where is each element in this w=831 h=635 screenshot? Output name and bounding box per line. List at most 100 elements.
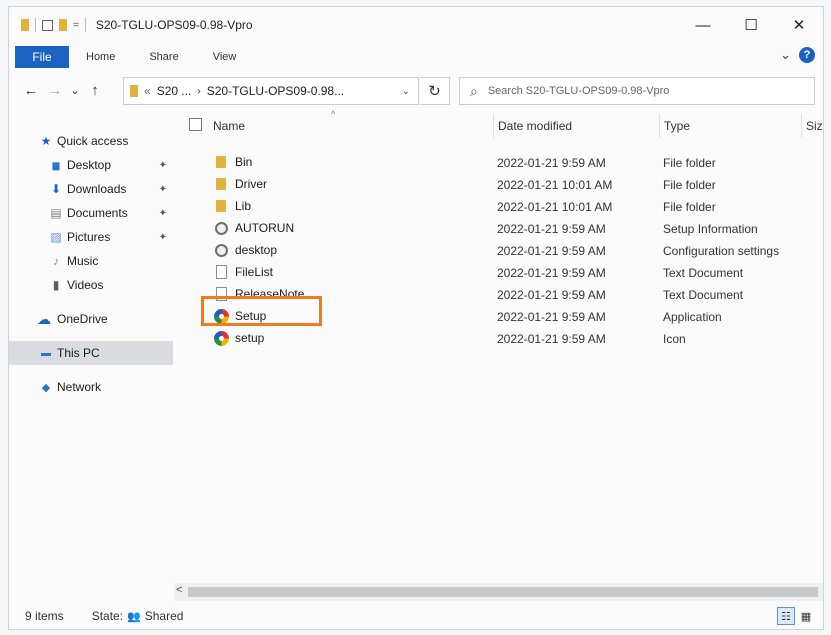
tab-share[interactable]: Share — [132, 51, 195, 63]
cloud-icon: ☁ — [37, 310, 51, 327]
search-input[interactable]: Search S20-TGLU-OPS09-0.98-Vpro — [488, 85, 670, 97]
file-type: Configuration settings — [663, 244, 780, 258]
sidebar-item-label: Network — [57, 380, 102, 394]
table-row[interactable]: Bin 2022-01-21 9:59 AM File folder — [181, 151, 823, 173]
file-date: 2022-01-21 9:59 AM — [497, 310, 606, 324]
sidebar-item-pictures[interactable]: ▨ Pictures ✦ — [9, 225, 173, 249]
column-header-name[interactable]: Name — [213, 114, 493, 138]
downloads-folder-icon: ⬇ — [50, 182, 62, 196]
pin-icon[interactable]: ✦ — [159, 208, 167, 219]
tab-view[interactable]: View — [196, 51, 254, 63]
navigation-pane: ★ Quick access ▆ Desktop ✦ ⬇ Downloads ✦… — [9, 119, 177, 583]
file-name: FileList — [235, 265, 274, 279]
up-button[interactable]: ↑ — [83, 82, 107, 99]
new-folder-icon[interactable] — [59, 19, 67, 31]
table-row[interactable]: setup 2022-01-21 9:59 AM Icon — [181, 327, 823, 349]
file-type: File folder — [663, 200, 716, 214]
horizontal-scrollbar[interactable]: < — [174, 583, 823, 601]
settings-file-icon — [213, 242, 229, 258]
expand-ribbon-icon[interactable]: ⌄ — [780, 47, 791, 63]
customize-toolbar-icon[interactable]: = — [73, 20, 79, 31]
column-header-date-modified[interactable]: Date modified — [493, 114, 659, 138]
maximize-button[interactable]: ☐ — [727, 7, 775, 43]
sidebar-item-this-pc[interactable]: ▬ This PC — [9, 341, 173, 365]
help-icon[interactable]: ? — [799, 47, 815, 63]
folder-icon — [213, 154, 229, 170]
folder-icon — [213, 176, 229, 192]
file-name: Bin — [235, 155, 253, 169]
file-list: ^ Name Date modified Type Siz Bin 2022-0… — [181, 109, 823, 575]
music-folder-icon: ♪ — [53, 254, 59, 268]
back-button[interactable]: ← — [19, 82, 43, 99]
properties-icon[interactable] — [42, 19, 53, 31]
file-date: 2022-01-21 9:59 AM — [497, 332, 606, 346]
file-name: AUTORUN — [235, 221, 295, 235]
close-button[interactable]: ✕ — [775, 7, 823, 43]
sidebar-item-desktop[interactable]: ▆ Desktop ✦ — [9, 153, 173, 177]
pictures-folder-icon: ▨ — [50, 230, 62, 244]
file-name: Setup — [235, 309, 267, 323]
refresh-button[interactable]: ↻ — [420, 77, 450, 105]
sidebar-item-videos[interactable]: ▮ Videos — [9, 273, 173, 297]
search-box[interactable]: ⌕ Search S20-TGLU-OPS09-0.98-Vpro — [459, 77, 815, 105]
sidebar-item-onedrive[interactable]: ☁ OneDrive — [9, 307, 173, 331]
table-row[interactable]: Lib 2022-01-21 10:01 AM File folder — [181, 195, 823, 217]
sidebar-item-music[interactable]: ♪ Music — [9, 249, 173, 273]
select-all-checkbox[interactable] — [189, 118, 202, 131]
column-header-size[interactable]: Siz — [801, 114, 823, 138]
file-type: File folder — [663, 178, 716, 192]
breadcrumb-parent[interactable]: S20 ... — [157, 84, 192, 98]
table-row[interactable]: AUTORUN 2022-01-21 9:59 AM Setup Informa… — [181, 217, 823, 239]
table-row[interactable]: Setup 2022-01-21 9:59 AM Application — [181, 305, 823, 327]
large-icons-view-button[interactable]: ▦ — [797, 607, 815, 625]
breadcrumb-chevron-icon: › — [197, 85, 201, 97]
pin-icon[interactable]: ✦ — [159, 232, 167, 243]
state-value: Shared — [144, 609, 184, 623]
file-date: 2022-01-21 9:59 AM — [497, 244, 606, 258]
minimize-button[interactable]: — — [679, 7, 727, 43]
details-view-button[interactable]: ☷ — [777, 607, 795, 625]
column-header-type[interactable]: Type — [659, 114, 801, 138]
forward-button[interactable]: → — [43, 82, 67, 99]
table-row[interactable]: FileList 2022-01-21 9:59 AM Text Documen… — [181, 261, 823, 283]
ribbon-right-controls: ⌄ ? — [780, 47, 815, 63]
tab-home[interactable]: Home — [69, 51, 132, 63]
sidebar-item-label: Desktop — [67, 158, 112, 172]
pin-icon[interactable]: ✦ — [159, 160, 167, 171]
settings-file-icon — [213, 220, 229, 236]
table-row[interactable]: desktop 2022-01-21 9:59 AM Configuration… — [181, 239, 823, 261]
file-name: Lib — [235, 199, 252, 213]
table-row[interactable]: ReleaseNote 2022-01-21 9:59 AM Text Docu… — [181, 283, 823, 305]
file-type: File folder — [663, 156, 716, 170]
breadcrumb-overflow[interactable]: « — [144, 84, 151, 98]
sidebar-item-label: Quick access — [57, 134, 129, 148]
sidebar-item-quick-access[interactable]: ★ Quick access — [9, 129, 173, 153]
sidebar-item-documents[interactable]: ▤ Documents ✦ — [9, 201, 173, 225]
pin-icon[interactable]: ✦ — [159, 184, 167, 195]
search-icon: ⌕ — [470, 82, 478, 99]
tab-file[interactable]: File — [15, 46, 69, 68]
file-type: Text Document — [663, 266, 744, 280]
breadcrumb-current[interactable]: S20-TGLU-OPS09-0.98... — [207, 84, 344, 98]
file-explorer-window: = S20-TGLU-OPS09-0.98-Vpro — ☐ ✕ File Ho… — [8, 6, 824, 630]
quick-access-toolbar: = — [9, 18, 86, 32]
file-name: Driver — [235, 177, 267, 191]
status-bar: 9 items State: 👥 Shared ☷ ▦ — [9, 603, 823, 629]
window-title: S20-TGLU-OPS09-0.98-Vpro — [95, 18, 253, 32]
window-controls: — ☐ ✕ — [679, 7, 823, 43]
setup-disc-icon — [213, 308, 229, 324]
sidebar-item-downloads[interactable]: ⬇ Downloads ✦ — [9, 177, 173, 201]
sidebar-item-label: Music — [67, 254, 99, 268]
scrollbar-thumb[interactable] — [188, 587, 818, 597]
recent-locations-button[interactable]: ⌄ — [67, 84, 83, 97]
file-date: 2022-01-21 9:59 AM — [497, 156, 606, 170]
sidebar-item-network[interactable]: ◆ Network — [9, 375, 173, 399]
scroll-left-arrow-icon[interactable]: < — [176, 584, 182, 596]
address-dropdown-icon[interactable]: ⌄ — [402, 86, 410, 97]
sidebar-item-label: OneDrive — [57, 312, 108, 326]
sidebar-item-label: This PC — [57, 346, 100, 360]
folder-icon — [213, 198, 229, 214]
address-bar[interactable]: « S20 ... › S20-TGLU-OPS09-0.98... ⌄ — [123, 77, 419, 105]
sidebar-item-label: Documents — [67, 206, 128, 220]
table-row[interactable]: Driver 2022-01-21 10:01 AM File folder — [181, 173, 823, 195]
